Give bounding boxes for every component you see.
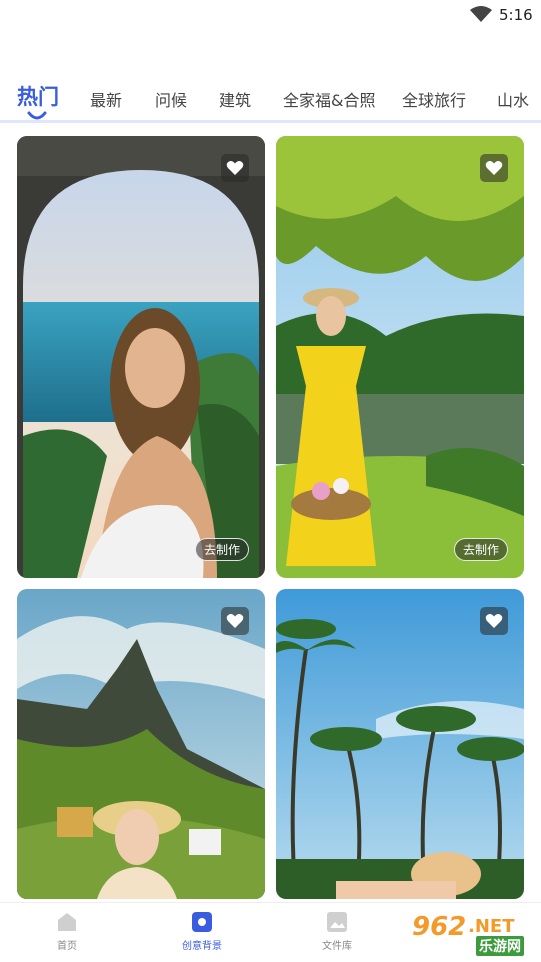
tab-architecture[interactable]: 建筑 bbox=[219, 87, 251, 111]
nav-creative-background[interactable]: 创意背景 bbox=[162, 911, 242, 952]
favorite-button[interactable] bbox=[221, 154, 249, 182]
watermark-site: 乐游网 bbox=[476, 936, 524, 956]
tab-latest[interactable]: 最新 bbox=[90, 87, 122, 111]
heart-icon bbox=[485, 614, 503, 628]
template-card[interactable] bbox=[17, 589, 265, 899]
heart-icon bbox=[226, 614, 244, 628]
nav-creative-label: 创意背景 bbox=[182, 941, 222, 952]
tab-landscape[interactable]: 山水 bbox=[497, 87, 529, 111]
status-bar: 5:16 bbox=[0, 0, 541, 30]
template-card[interactable]: 去制作 bbox=[276, 136, 524, 578]
template-image bbox=[17, 136, 265, 578]
gallery-icon bbox=[327, 912, 347, 932]
home-icon bbox=[58, 913, 76, 931]
heart-icon bbox=[226, 161, 244, 175]
template-image bbox=[276, 589, 524, 899]
template-card[interactable]: 去制作 bbox=[17, 136, 265, 578]
tab-family-photo[interactable]: 全家福&合照 bbox=[283, 87, 375, 111]
nav-home-label: 首页 bbox=[57, 941, 77, 952]
template-image bbox=[276, 136, 524, 578]
make-button[interactable]: 去制作 bbox=[453, 538, 508, 561]
site-watermark: 962 .NET 乐游网 bbox=[402, 912, 536, 956]
watermark-number: 962 bbox=[412, 912, 467, 942]
template-image bbox=[17, 589, 265, 899]
creative-icon bbox=[192, 912, 212, 932]
favorite-button[interactable] bbox=[480, 607, 508, 635]
nav-home[interactable]: 首页 bbox=[27, 911, 107, 952]
status-time: 5:16 bbox=[499, 6, 533, 24]
tab-greeting[interactable]: 问候 bbox=[155, 87, 187, 111]
wifi-icon bbox=[470, 6, 492, 22]
favorite-button[interactable] bbox=[221, 607, 249, 635]
category-tabs: 热门 最新 问候 建筑 全家福&合照 全球旅行 山水 bbox=[0, 78, 541, 122]
tab-hot[interactable]: 热门 bbox=[17, 81, 59, 111]
tab-global-travel[interactable]: 全球旅行 bbox=[402, 87, 466, 111]
make-button[interactable]: 去制作 bbox=[194, 538, 249, 561]
tabs-divider bbox=[0, 120, 541, 123]
nav-file-library[interactable]: 文件库 bbox=[297, 911, 377, 952]
favorite-button[interactable] bbox=[480, 154, 508, 182]
template-card[interactable] bbox=[276, 589, 524, 899]
heart-icon bbox=[485, 161, 503, 175]
nav-file-library-label: 文件库 bbox=[322, 941, 352, 952]
watermark-suffix: .NET bbox=[468, 916, 515, 937]
